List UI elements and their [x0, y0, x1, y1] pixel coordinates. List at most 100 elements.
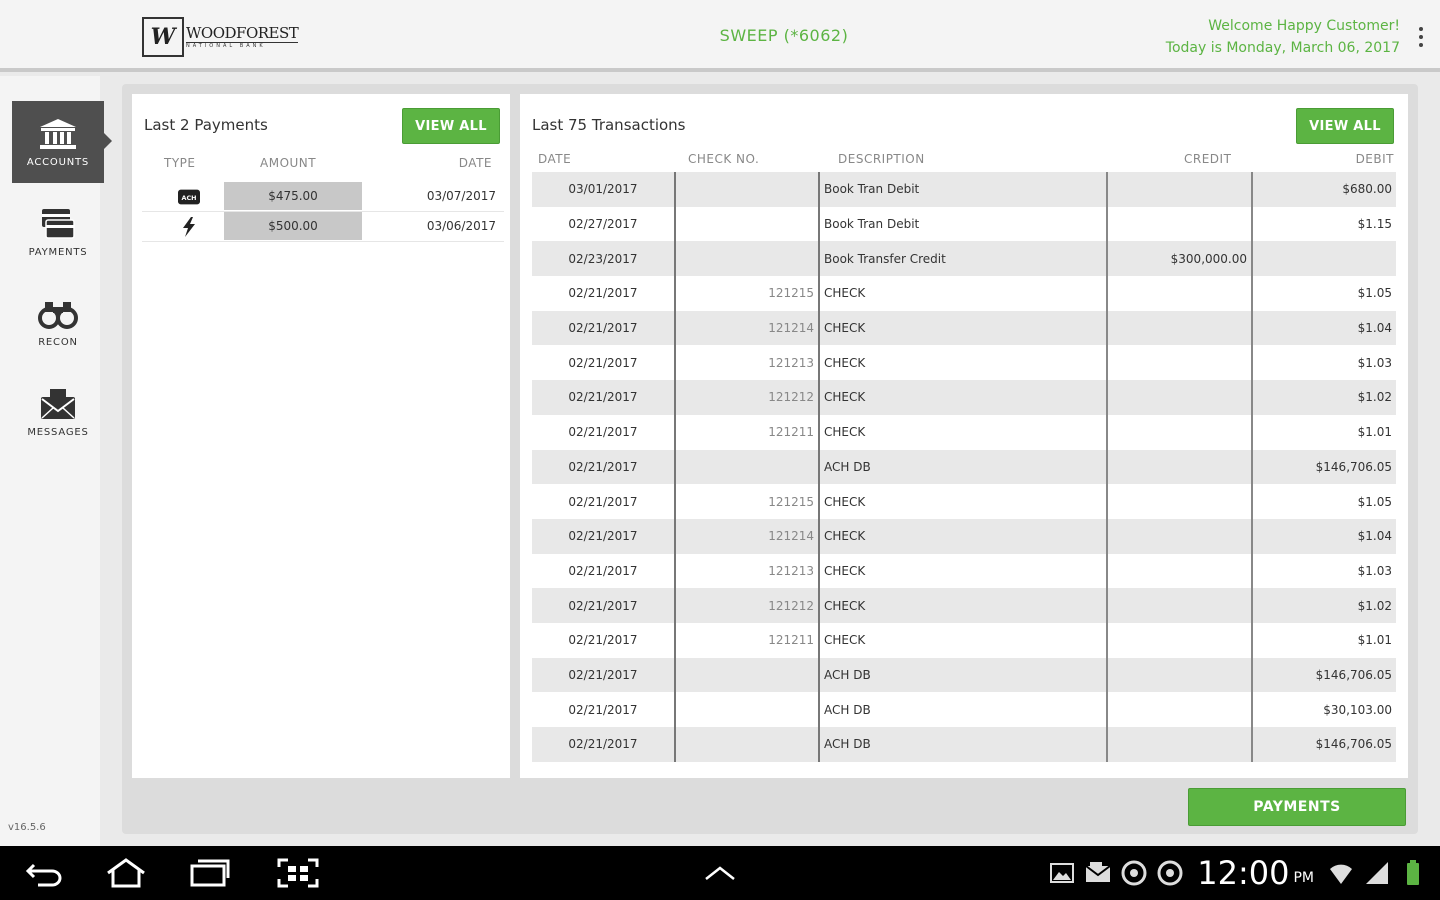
table-row[interactable]: 02/23/2017 Book Transfer Credit $300,000.0… [532, 241, 1396, 277]
svg-text:ACH: ACH [181, 194, 196, 202]
transaction-description: CHECK [820, 518, 1108, 554]
transaction-debit: $1.03 [1357, 355, 1392, 370]
table-row[interactable]: 02/21/2017 121212 CHECK $1.02 [532, 380, 1396, 415]
binoculars-icon [38, 297, 78, 331]
transaction-check-no: 121214 [676, 518, 820, 554]
transaction-description: CHECK [820, 380, 1108, 415]
column-header-date: DATE [538, 152, 572, 166]
transaction-credit [1108, 310, 1253, 346]
view-all-transactions-button[interactable]: VIEW ALL [1296, 108, 1394, 144]
transaction-debit: $1.01 [1357, 425, 1392, 440]
transaction-check-no [676, 657, 820, 693]
transaction-check-no: 121214 [676, 310, 820, 346]
transaction-debit: $1.15 [1357, 217, 1392, 232]
transaction-description: ACH DB [820, 449, 1108, 485]
transaction-debit: $1.03 [1357, 563, 1392, 578]
transaction-date: 02/21/2017 [532, 657, 676, 693]
table-row[interactable]: 02/21/2017 ACH DB $146,706.05 [532, 727, 1396, 762]
table-row[interactable]: 02/21/2017 121211 CHECK $1.01 [532, 414, 1396, 450]
sidebar-item-label: RECON [38, 336, 78, 348]
payments-panel-title: Last 2 Payments [144, 116, 268, 134]
transaction-date: 02/21/2017 [532, 727, 676, 762]
table-row[interactable]: 02/21/2017 ACH DB $30,103.00 [532, 692, 1396, 727]
transaction-debit: $146,706.05 [1315, 737, 1392, 752]
bank-icon [38, 117, 78, 151]
transaction-debit: $146,706.05 [1315, 459, 1392, 474]
transaction-date: 02/21/2017 [532, 553, 676, 589]
signal-icon [1362, 858, 1392, 888]
transaction-credit [1108, 553, 1253, 589]
transaction-date: 02/21/2017 [532, 518, 676, 554]
overflow-menu-icon[interactable] [1418, 27, 1424, 47]
table-row[interactable]: 02/21/2017 121211 CHECK $1.01 [532, 622, 1396, 658]
table-row[interactable]: 02/21/2017 121215 CHECK $1.05 [532, 276, 1396, 311]
transaction-description: CHECK [820, 414, 1108, 450]
table-row[interactable]: 02/21/2017 121213 CHECK $1.03 [532, 553, 1396, 589]
transaction-description: ACH DB [820, 692, 1108, 727]
payment-date: 03/07/2017 [426, 189, 496, 203]
sidebar-item-accounts[interactable]: ACCOUNTS [12, 101, 112, 183]
logo-subtitle: NATIONAL BANK [186, 42, 266, 49]
transaction-credit [1108, 692, 1253, 727]
transaction-check-no [676, 241, 820, 277]
screenshot-icon[interactable] [276, 856, 320, 890]
welcome-message: Welcome Happy Customer! Today is Monday,… [1166, 15, 1400, 59]
table-row[interactable]: 02/27/2017 Book Tran Debit $1.15 [532, 206, 1396, 242]
transaction-check-no: 121211 [676, 414, 820, 450]
payment-row[interactable]: $500.00 03/06/2017 [142, 212, 504, 242]
chevron-up-icon[interactable] [698, 856, 742, 890]
transaction-credit [1108, 588, 1253, 623]
transaction-credit [1108, 380, 1253, 415]
table-row[interactable]: 02/21/2017 ACH DB $146,706.05 [532, 657, 1396, 693]
table-row[interactable]: 02/21/2017 121212 CHECK $1.02 [532, 588, 1396, 623]
table-row[interactable]: 02/21/2017 ACH DB $146,706.05 [532, 449, 1396, 485]
main-content: Last 2 Payments VIEW ALL TYPE AMOUNT DAT… [122, 84, 1418, 834]
table-row[interactable]: 02/21/2017 121214 CHECK $1.04 [532, 310, 1396, 346]
column-header-date: DATE [458, 156, 492, 170]
sidebar-item-recon[interactable]: RECON [12, 281, 104, 363]
payments-icon [38, 207, 78, 241]
transaction-description: CHECK [820, 622, 1108, 658]
transaction-description: ACH DB [820, 657, 1108, 693]
clock-ampm: PM [1293, 870, 1314, 886]
gallery-icon [1047, 858, 1077, 888]
transaction-check-no [676, 172, 820, 207]
notification-icon [1155, 858, 1185, 888]
transaction-check-no: 121212 [676, 380, 820, 415]
column-header-debit: DEBIT [1355, 152, 1394, 166]
transaction-date: 02/21/2017 [532, 380, 676, 415]
table-row[interactable]: 02/21/2017 121215 CHECK $1.05 [532, 484, 1396, 519]
transaction-credit [1108, 449, 1253, 485]
payments-panel: Last 2 Payments VIEW ALL TYPE AMOUNT DAT… [132, 94, 510, 778]
transaction-credit [1108, 206, 1253, 242]
battery-icon [1398, 858, 1428, 888]
payment-amount: $500.00 [224, 212, 362, 240]
sidebar-item-messages[interactable]: MESSAGES [12, 371, 104, 453]
transaction-date: 02/21/2017 [532, 692, 676, 727]
back-icon[interactable] [22, 856, 66, 890]
sidebar-item-payments[interactable]: PAYMENTS [12, 191, 104, 273]
transaction-check-no: 121212 [676, 588, 820, 623]
payment-row[interactable]: ACH $475.00 03/07/2017 [142, 182, 504, 212]
transactions-panel-title: Last 75 Transactions [532, 116, 686, 134]
table-row[interactable]: 03/01/2017 Book Tran Debit $680.00 [532, 172, 1396, 207]
transaction-credit [1108, 276, 1253, 311]
transaction-debit: $1.02 [1357, 598, 1392, 613]
recent-apps-icon[interactable] [188, 856, 232, 890]
transaction-date: 02/21/2017 [532, 484, 676, 519]
transaction-date: 02/23/2017 [532, 241, 676, 277]
transaction-description: CHECK [820, 553, 1108, 589]
table-row[interactable]: 02/21/2017 121214 CHECK $1.04 [532, 518, 1396, 554]
transaction-description: Book Tran Debit [820, 206, 1108, 242]
transaction-debit: $1.02 [1357, 390, 1392, 405]
transaction-description: CHECK [820, 588, 1108, 623]
column-header-description: DESCRIPTION [838, 152, 925, 166]
account-title[interactable]: SWEEP (*6062) [684, 26, 884, 45]
transaction-date: 02/21/2017 [532, 622, 676, 658]
table-row[interactable]: 02/21/2017 121213 CHECK $1.03 [532, 345, 1396, 381]
transactions-table: 03/01/2017 Book Tran Debit $680.00 02/27/20… [532, 172, 1396, 762]
view-all-payments-button[interactable]: VIEW ALL [402, 108, 500, 144]
payments-button[interactable]: PAYMENTS [1188, 788, 1406, 826]
home-icon[interactable] [104, 856, 148, 890]
status-area: 12:00 PM [1047, 846, 1440, 900]
